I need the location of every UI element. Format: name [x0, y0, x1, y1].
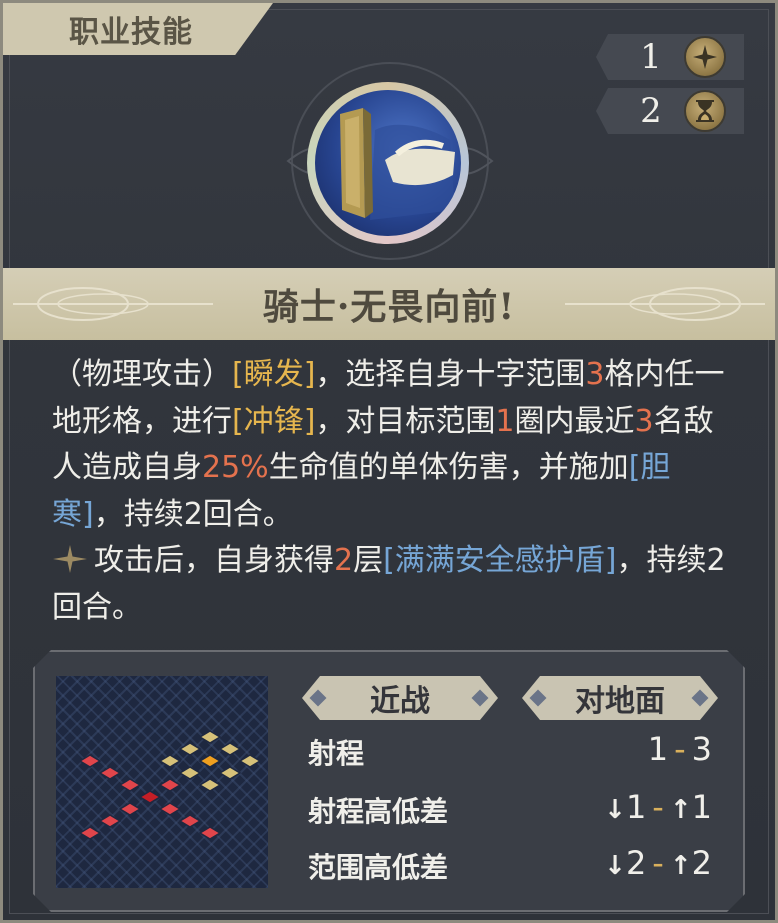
desc-number: 3	[585, 357, 605, 392]
stat-max: 1	[691, 788, 712, 826]
header-title: 职业技能	[69, 15, 193, 50]
stat-min: 1	[647, 730, 669, 768]
arrow-down-icon: ↓	[604, 851, 626, 881]
tag-label: 近战	[370, 684, 430, 719]
stat-min: 1	[625, 788, 647, 826]
desc-text: 层	[353, 543, 384, 578]
cost-value: 1	[640, 37, 662, 77]
sparkle-icon	[53, 545, 87, 573]
desc-text: （物理攻击）	[52, 357, 232, 392]
range-grid	[78, 730, 262, 840]
desc-number: 3	[634, 403, 654, 439]
header-tab: 职业技能	[3, 3, 273, 55]
desc-number: 1	[495, 403, 515, 439]
desc-text: 圈内最近	[514, 403, 635, 439]
band-ornament-left	[13, 287, 213, 321]
arrow-down-icon: ↓	[604, 795, 626, 825]
tag-label: 对地面	[575, 684, 665, 719]
skill-description: （物理攻击）[瞬发]，选择自身十字范围3格内任一地形格，进行[冲锋]，对目标范围…	[52, 352, 732, 631]
desc-text: 攻击后，自身获得	[94, 543, 334, 578]
desc-number: 2	[334, 543, 354, 578]
stat-min: 2	[625, 844, 647, 882]
shield-charge-icon	[340, 108, 455, 220]
stat-value-range-height: ↓1- ↑1	[604, 788, 712, 826]
cost-value: 2	[640, 91, 662, 131]
desc-text: ，选择自身十字范围	[315, 357, 586, 392]
band-ornament-right	[565, 287, 765, 321]
desc-text: 生命值的单体伤害，并施加	[268, 450, 629, 485]
stat-separator: -	[652, 844, 664, 882]
arrow-up-icon: ↑	[669, 851, 692, 881]
keyword-shield[interactable]: [满满安全感护盾]	[383, 543, 616, 578]
stat-separator: -	[652, 788, 664, 826]
tag-melee: 近战	[302, 676, 498, 720]
stat-label-range-height: 射程高低差	[308, 795, 449, 828]
stat-max: 2	[691, 844, 712, 882]
keyword-charge[interactable]: [冲锋]	[232, 404, 315, 439]
skill-emblem	[307, 82, 469, 244]
stat-separator: -	[674, 730, 686, 768]
star-icon	[684, 36, 726, 78]
stat-max: 3	[691, 730, 712, 768]
stat-value-range: 1-3	[648, 730, 712, 768]
stat-label-range: 射程	[308, 737, 365, 770]
skill-name: 骑士·无畏向前!	[262, 286, 516, 328]
stat-label-area-height: 范围高低差	[308, 851, 449, 884]
desc-number: 25%	[202, 450, 269, 485]
keyword-instant[interactable]: [瞬发]	[232, 357, 315, 392]
skill-title-band: 骑士·无畏向前!	[3, 268, 775, 340]
cost-badge-star: 1	[596, 34, 744, 80]
desc-text: ，对目标范围	[315, 403, 496, 439]
range-map	[56, 676, 268, 888]
cost-badge-turns: 2	[596, 88, 744, 134]
desc-text: ，持续2回合。	[93, 496, 293, 532]
hourglass-icon	[684, 90, 726, 132]
arrow-up-icon: ↑	[669, 795, 692, 825]
stat-value-area-height: ↓2- ↑2	[604, 844, 712, 882]
tag-ground-target: 对地面	[522, 676, 718, 720]
